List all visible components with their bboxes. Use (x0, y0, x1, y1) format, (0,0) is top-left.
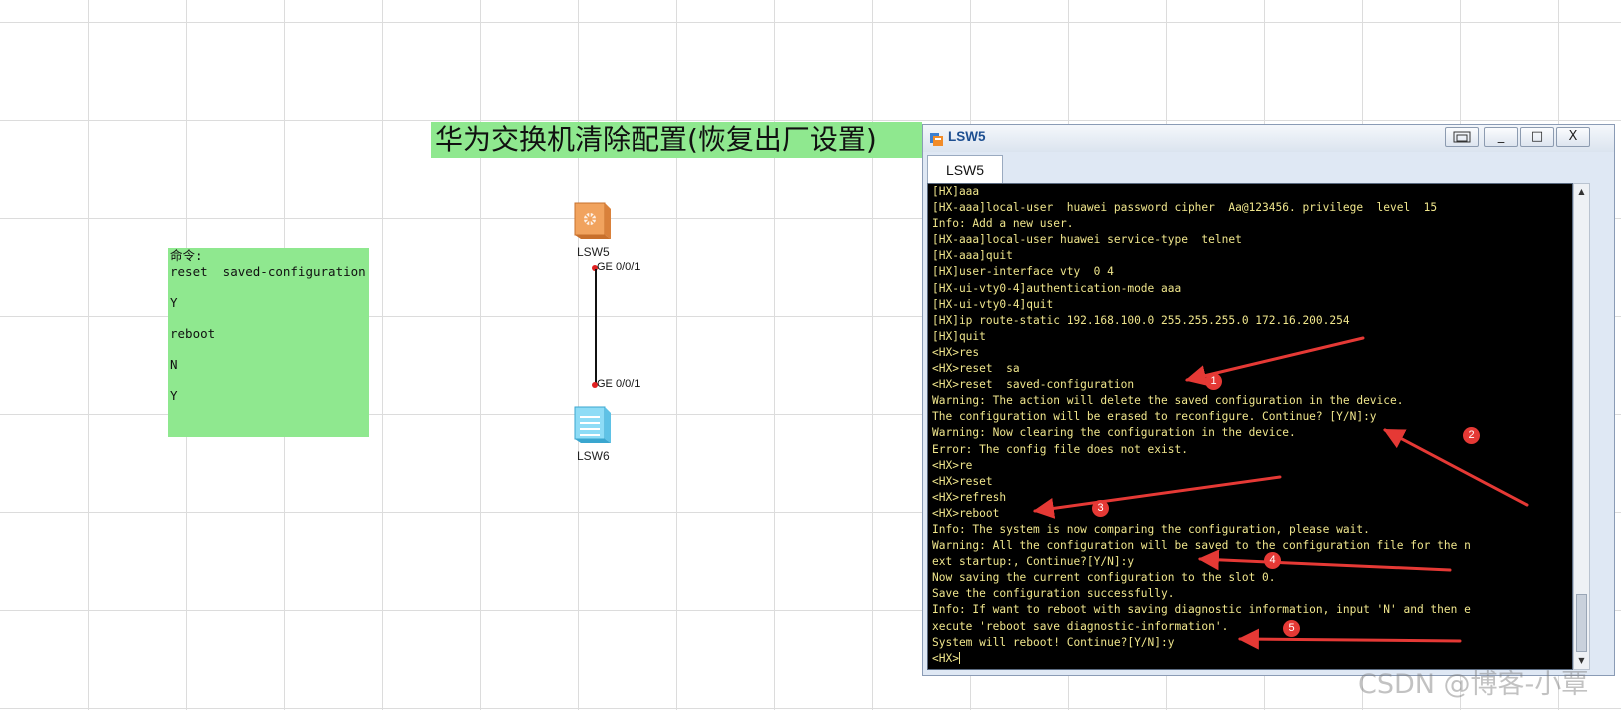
terminal-line: [HX-aaa]local-user huawei password ciphe… (932, 201, 1438, 215)
window-title: LSW5 (948, 129, 986, 144)
terminal-line: The configuration will be erased to reco… (932, 410, 1377, 424)
terminal-line: Info: The system is now comparing the co… (932, 522, 1370, 536)
note-line: 命令: (170, 248, 203, 263)
terminal-line: [HX-ui-vty0-4]quit (932, 297, 1054, 311)
terminal-line: xecute 'reboot save diagnostic-informati… (932, 619, 1229, 633)
terminal-line: <HX>re (932, 458, 973, 472)
note-line: Y (170, 294, 178, 310)
scroll-thumb[interactable] (1576, 594, 1587, 652)
terminal-line: Info: If want to reboot with saving diag… (932, 603, 1471, 617)
terminal-line: [HX-aaa]quit (932, 249, 1013, 263)
note-line: reset saved-configuration (170, 263, 366, 279)
note-line: Y (170, 388, 178, 404)
note-line (168, 342, 369, 358)
link-cable[interactable] (595, 269, 597, 387)
vertical-scrollbar[interactable]: ▲ ▼ (1573, 183, 1590, 670)
terminal-line: Error: The config file does not exist. (932, 442, 1188, 456)
tab-lsw5[interactable]: LSW5 (927, 155, 1003, 183)
annotation-marker-4: 4 (1264, 552, 1281, 569)
maximize-button[interactable]: □ (1520, 127, 1554, 147)
terminal-line: <HX>reboot (932, 506, 1000, 520)
annotation-marker-1: 1 (1205, 373, 1222, 390)
note-line: N (170, 357, 178, 373)
terminal-line: [HX]aaa (932, 185, 980, 198)
terminal-line: [HX]user-interface vty 0 4 (932, 265, 1114, 279)
note-line (168, 373, 369, 389)
annotation-marker-3: 3 (1092, 500, 1109, 517)
minimize-button[interactable]: _ (1484, 127, 1518, 147)
terminal-line: Warning: All the configuration will be s… (932, 539, 1471, 553)
watermark: CSDN @博客-小覃 (1358, 669, 1589, 700)
console-window[interactable]: LSW5 _ □ X LSW5 [HX]aaa [HX-aaa]local-us… (922, 124, 1615, 676)
terminal-line: [HX]quit (932, 329, 986, 343)
terminal-console[interactable]: [HX]aaa [HX-aaa]local-user huawei passwo… (927, 183, 1573, 670)
command-notes-box: 命令: reset saved-configuration Y reboot N… (168, 248, 369, 437)
terminal-line: Info: Add a new user. (932, 217, 1074, 231)
note-line: reboot (170, 325, 216, 341)
annotation-marker-5: 5 (1283, 620, 1300, 637)
switch-orange-icon (574, 202, 611, 239)
terminal-line: Save the configuration successfully. (932, 587, 1175, 601)
terminal-line: [HX]ip route-static 192.168.100.0 255.25… (932, 313, 1350, 327)
terminal-line: [HX-aaa]local-user huawei service-type t… (932, 233, 1242, 247)
terminal-line: <HX>refresh (932, 490, 1007, 504)
app-icon (930, 133, 943, 146)
terminal-line: ext startup:, Continue?[Y/N]:y (932, 555, 1135, 569)
terminal-line: System will reboot! Continue?[Y/N]:y (932, 635, 1175, 649)
restore-button[interactable] (1445, 127, 1479, 147)
close-button[interactable]: X (1556, 127, 1590, 147)
terminal-line: <HX>reset sa (932, 362, 1020, 376)
terminal-line: Now saving the current configuration to … (932, 571, 1276, 585)
scroll-up-arrow-icon[interactable]: ▲ (1574, 184, 1589, 200)
port-label-lsw6: GE 0/0/1 (597, 378, 641, 390)
annotation-marker-2: 2 (1463, 427, 1480, 444)
terminal-line: <HX>reset saved-configuration (932, 378, 1135, 392)
terminal-line: [HX-ui-vty0-4]authentication-mode aaa (932, 281, 1182, 295)
device-label-lsw6: LSW6 (577, 449, 610, 463)
window-titlebar[interactable]: LSW5 _ □ X (923, 125, 1614, 152)
switch-blue-icon (574, 406, 611, 443)
terminal-line: <HX>res (932, 345, 980, 359)
terminal-prompt: <HX> (932, 651, 959, 665)
note-line (168, 279, 369, 295)
switch-lsw6[interactable] (569, 401, 615, 445)
device-label-lsw5: LSW5 (577, 245, 610, 259)
restore-icon (1453, 131, 1471, 143)
terminal-line: Warning: The action will delete the save… (932, 394, 1404, 408)
text-cursor (958, 651, 960, 664)
switch-lsw5[interactable] (569, 197, 615, 241)
port-label-lsw5: GE 0/0/1 (597, 261, 641, 273)
page-title-banner: 华为交换机清除配置(恢复出厂设置) (431, 122, 922, 158)
note-line (168, 310, 369, 326)
terminal-line: <HX>reset (932, 474, 993, 488)
tab-strip: LSW5 (923, 152, 1614, 183)
